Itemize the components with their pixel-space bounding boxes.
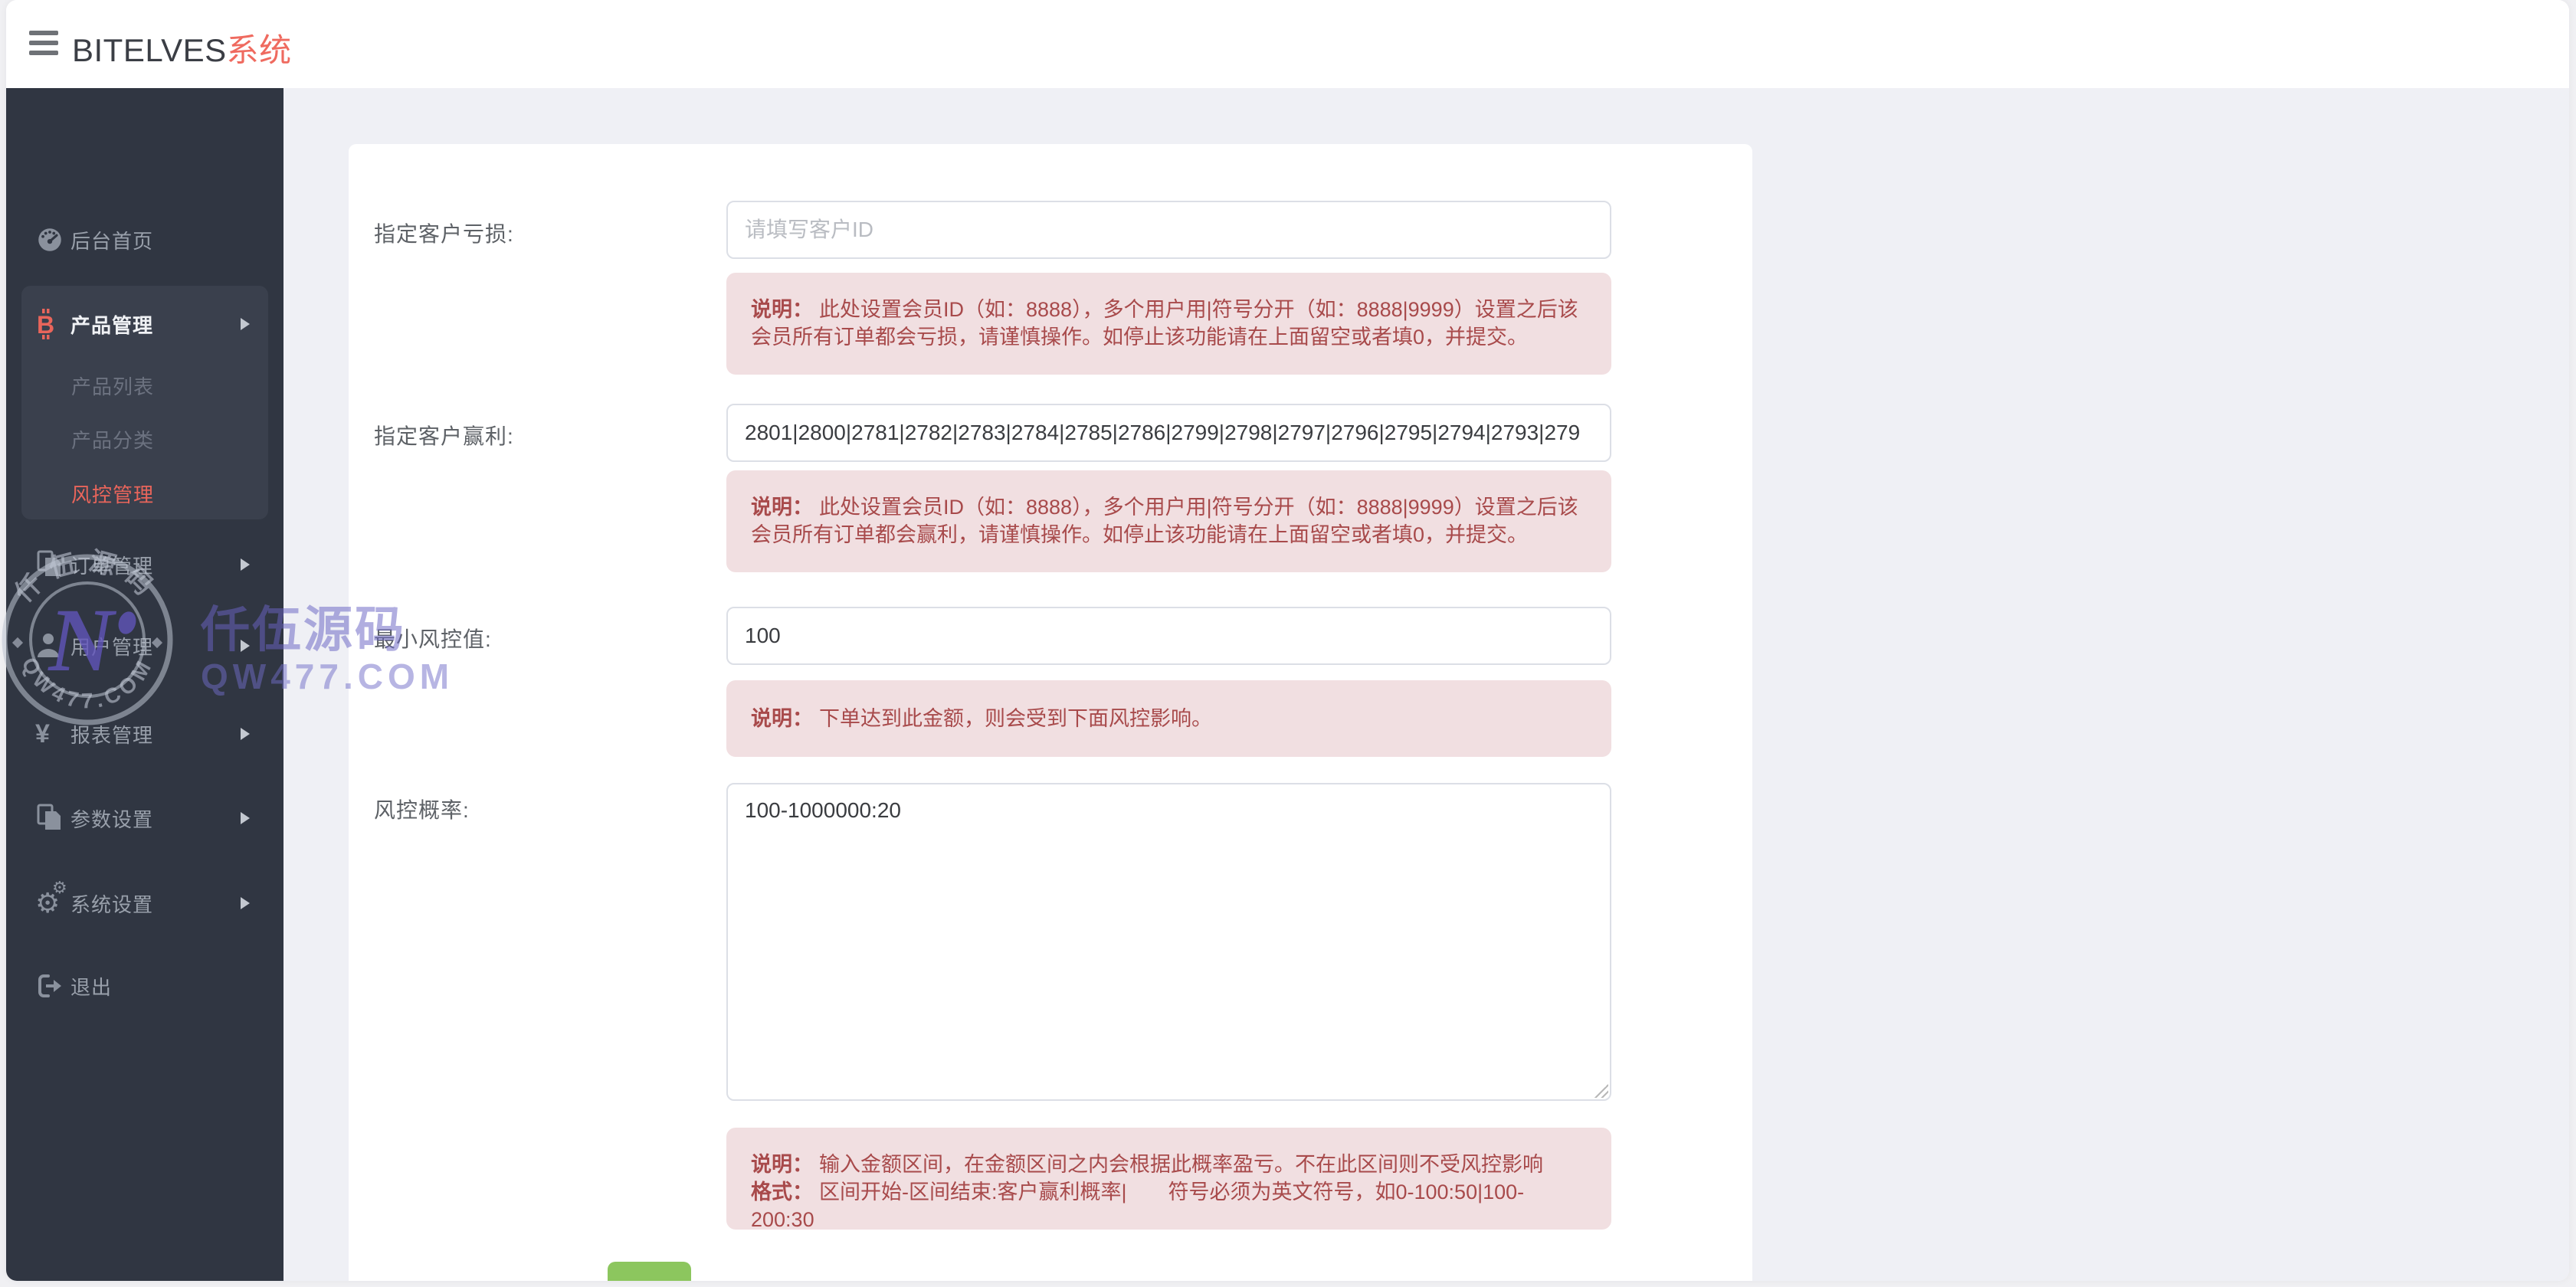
format-text: 区间开始-区间结束:客户赢利概率| 符号必须为英文符号，如0-100:50|10…	[751, 1181, 1525, 1231]
logo-suffix: 系统	[226, 32, 292, 68]
top-header: BITELVES系统	[6, 0, 2569, 88]
textarea-resize-handle[interactable]	[1593, 1082, 1608, 1098]
sidebar-item-label: 参数设置	[70, 807, 154, 831]
sidebar-item-logout[interactable]: 退出	[6, 955, 283, 1017]
sidebar-subitem-label: 产品分类	[71, 428, 155, 452]
chevron-right-icon	[241, 640, 250, 652]
chevron-right-icon	[241, 318, 250, 330]
note-line: 格式： 区间开始-区间结束:客户赢利概率| 符号必须为英文符号，如0-100:50…	[751, 1178, 1587, 1233]
sidebar-item-user-management[interactable]: 用户管理	[6, 615, 283, 676]
win-customer-id-input[interactable]	[726, 404, 1611, 462]
sidebar-item-parameter-settings[interactable]: 参数设置	[6, 788, 283, 849]
note-tag: 说明：	[751, 1153, 813, 1176]
chevron-right-icon	[241, 558, 250, 571]
sidebar-item-report-management[interactable]: ¥ 报表管理	[6, 703, 283, 765]
sidebar-subitem-label: 产品列表	[71, 375, 155, 398]
yen-icon: ¥	[35, 719, 50, 748]
sidebar-subitem-product-list[interactable]: 产品列表	[21, 366, 268, 404]
sidebar-item-label: 产品管理	[70, 313, 154, 337]
loss-field-label: 指定客户亏损:	[374, 222, 514, 246]
dashboard-icon	[35, 225, 66, 254]
min-risk-help-note: 说明： 下单达到此金额，则会受到下面风控影响。	[726, 680, 1611, 757]
loss-help-note: 说明： 此处设置会员ID（如：8888），多个用户用|符号分开（如：8888|99…	[726, 273, 1611, 375]
sidebar-item-label: 系统设置	[70, 892, 154, 916]
sidebar-item-label: 报表管理	[70, 723, 154, 747]
chevron-right-icon	[241, 812, 250, 824]
note-tag: 说明：	[751, 496, 813, 519]
main-content: 指定客户亏损: 说明：此处设置会员ID（如：8888），多个用户用|符号分开（如…	[283, 88, 2569, 1281]
svg-text:B: B	[37, 311, 54, 339]
sidebar-group-products: B 产品管理 产品列表 产品分类 风控管理	[21, 286, 268, 519]
sidebar-item-label: 退出	[70, 975, 113, 999]
sidebar-subitem-risk-management[interactable]: 风控管理	[21, 474, 268, 513]
menu-toggle-icon[interactable]	[29, 31, 58, 57]
logo-text: BITELVES	[72, 32, 227, 68]
sidebar-item-label: 订单管理	[70, 554, 154, 578]
sidebar-item-dashboard[interactable]: 后台首页	[6, 209, 283, 270]
note-text: 下单达到此金额，则会受到下面风控影响。	[819, 707, 1212, 730]
files-icon	[35, 550, 66, 579]
sidebar-item-label: 后台首页	[70, 229, 154, 253]
gears-icon: ⚙ ⚙	[35, 878, 67, 919]
note-text: 此处设置会员ID（如：8888），多个用户用|符号分开（如：8888|9999）…	[751, 298, 1578, 349]
note-text: 输入金额区间，在金额区间之内会根据此概率盈亏。不在此区间则不受风控影响	[819, 1153, 1543, 1176]
risk-probability-textarea[interactable]	[726, 783, 1611, 1101]
note-line: 说明： 输入金额区间，在金额区间之内会根据此概率盈亏。不在此区间则不受风控影响	[751, 1151, 1587, 1178]
min-risk-value-input[interactable]	[726, 607, 1611, 665]
note-text: 此处设置会员ID（如：8888），多个用户用|符号分开（如：8888|9999）…	[751, 496, 1578, 546]
win-field-label: 指定客户赢利:	[374, 424, 514, 448]
user-icon	[35, 631, 66, 660]
bitcoin-icon: B	[35, 309, 66, 339]
min-risk-field-label: 最小风控值:	[374, 627, 492, 651]
app-logo: BITELVES系统	[72, 25, 292, 71]
files-icon	[35, 804, 66, 833]
risk-probability-field-label: 风控概率:	[374, 798, 470, 822]
chevron-right-icon	[241, 897, 250, 909]
sidebar-item-product-management[interactable]: B 产品管理	[21, 286, 268, 362]
submit-button[interactable]: 提交	[608, 1262, 691, 1281]
sidebar-item-label: 用户管理	[70, 635, 154, 659]
note-tag: 说明：	[751, 298, 813, 321]
sidebar-subitem-product-category[interactable]: 产品分类	[21, 420, 268, 458]
risk-probability-help-note: 说明： 输入金额区间，在金额区间之内会根据此概率盈亏。不在此区间则不受风控影响 格…	[726, 1128, 1611, 1233]
chevron-right-icon	[241, 728, 250, 740]
win-help-note: 说明： 此处设置会员ID（如：8888），多个用户用|符号分开（如：8888|99…	[726, 470, 1611, 572]
loss-customer-id-input[interactable]	[726, 201, 1611, 259]
note-tag: 说明：	[751, 707, 813, 730]
risk-control-form-card: 指定客户亏损: 说明：此处设置会员ID（如：8888），多个用户用|符号分开（如…	[349, 144, 1752, 1281]
sidebar: 后台首页 B 产品管理 产品列表 产品分类 风控管理 订单管理 用户管理 ¥ 报…	[6, 88, 283, 1281]
sidebar-subitem-label: 风控管理	[71, 483, 155, 506]
format-tag: 格式：	[751, 1181, 813, 1203]
app-window: BITELVES系统 后台首页 B 产品管理 产品列表 产品分类 风控管理 订单…	[6, 0, 2569, 1281]
sidebar-item-system-settings[interactable]: ⚙ ⚙ 系统设置	[6, 873, 283, 934]
logout-icon	[35, 971, 66, 1000]
sidebar-item-order-management[interactable]: 订单管理	[6, 534, 283, 595]
